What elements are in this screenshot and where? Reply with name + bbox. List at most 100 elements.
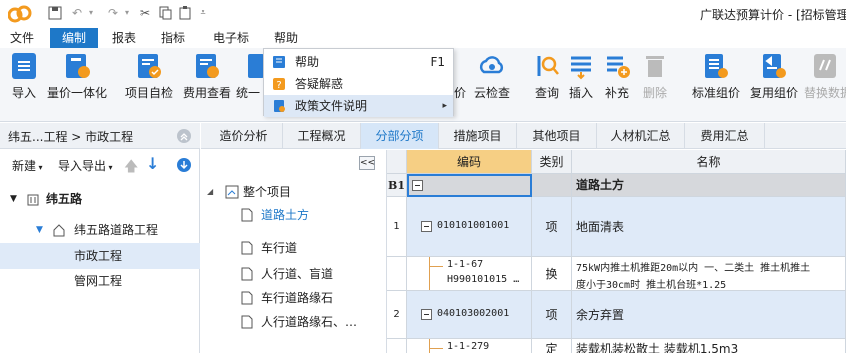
tab-other-items[interactable]: 其他项目 — [517, 123, 597, 149]
tab-cost-analysis[interactable]: 造价分析 — [205, 123, 283, 149]
tab-bar: 造价分析 工程概况 分部分项 措施项目 其他项目 人材机汇总 费用汇总 — [201, 123, 846, 149]
menu-report[interactable]: 报表 — [106, 28, 142, 48]
cost-view-button[interactable]: 费用查看 — [180, 52, 234, 118]
table-cell-type[interactable]: 项 — [532, 291, 572, 339]
sub-code: 1-1-279 — [447, 341, 490, 352]
insert-button[interactable]: 插入 — [566, 52, 596, 118]
supplement-button[interactable]: 补充 — [600, 52, 634, 118]
collapse-minus-icon[interactable] — [421, 221, 432, 232]
import-button[interactable]: 导入 — [6, 52, 42, 118]
expand-arrow-icon[interactable]: ▼ — [10, 186, 17, 212]
insert-label: 插入 — [568, 86, 593, 100]
tree-node-municipal[interactable]: 市政工程 — [0, 243, 200, 269]
insert-icon — [571, 56, 591, 80]
import-icon — [12, 53, 36, 79]
query-button[interactable]: 查询 — [530, 52, 564, 118]
table-cell-name[interactable]: 余方弃置 — [572, 291, 846, 339]
cloud-check-button[interactable]: 云检查 — [470, 52, 514, 118]
row-index: 1 — [387, 197, 407, 257]
qa-item[interactable]: ? 答疑解惑 — [264, 73, 453, 95]
replace-data-button[interactable]: 替换数据 — [804, 52, 846, 118]
col-header-name[interactable]: 名称 — [572, 150, 846, 174]
query-label: 查询 — [534, 86, 559, 100]
table-cell-type[interactable] — [532, 174, 572, 197]
undo-dropdown-icon[interactable]: ▾ — [84, 6, 98, 20]
table-cell-name[interactable]: 地面清表 — [572, 197, 846, 257]
import-export-button[interactable]: 导入导出 ▾ — [58, 157, 113, 174]
app-logo-icon — [8, 5, 32, 23]
redo-dropdown-icon[interactable]: ▾ — [120, 6, 134, 20]
copy-icon[interactable] — [158, 6, 172, 20]
standard-pricing-button[interactable]: 标准组价 — [690, 52, 742, 118]
tree-node-pipe-network[interactable]: 管网工程 — [0, 268, 200, 294]
menu-index[interactable]: 指标 — [155, 28, 191, 48]
query-icon — [537, 56, 559, 76]
menu-file[interactable]: 文件 — [4, 28, 40, 48]
col-header-type[interactable]: 类别 — [532, 150, 572, 174]
save-icon[interactable] — [48, 6, 62, 20]
collapse-minus-icon[interactable] — [421, 309, 432, 320]
col-header-code[interactable]: 编码 — [407, 150, 532, 174]
table-cell-type[interactable]: 项 — [532, 197, 572, 257]
tab-measures[interactable]: 措施项目 — [439, 123, 517, 149]
row-index — [387, 257, 407, 291]
tab-sub-items[interactable]: 分部分项 — [361, 123, 439, 149]
help-item[interactable]: 帮助 F1 — [264, 51, 453, 73]
collapse-up-icon[interactable] — [176, 128, 192, 144]
tab-labor-material-summary[interactable]: 人材机汇总 — [597, 123, 685, 149]
menu-edit[interactable]: 编制 — [50, 28, 98, 48]
table-cell-name[interactable]: 装载机装松散土 装载机1.5m3 — [572, 339, 846, 353]
reuse-pricing-icon — [763, 54, 786, 78]
self-check-button[interactable]: 项目自检 — [122, 52, 176, 118]
paste-icon[interactable] — [178, 6, 192, 20]
price-partial-button[interactable]: 价 — [454, 52, 466, 118]
cloud-check-label: 云检查 — [473, 86, 510, 100]
menu-bar: 文件 编制 报表 指标 电子标 帮助 — [0, 28, 846, 48]
table-cell-type[interactable]: 定 — [532, 339, 572, 353]
move-down-icon[interactable]: ↓ — [146, 154, 159, 173]
reuse-pricing-button[interactable]: 复用组价 — [748, 52, 800, 118]
unify-icon — [248, 54, 264, 78]
cut-icon[interactable]: ✂ — [138, 6, 152, 20]
move-up-icon[interactable]: 🡅 — [124, 156, 138, 180]
quantity-price-button[interactable]: 量价一体化 — [44, 52, 110, 118]
unify-button[interactable]: 统一 — [236, 52, 264, 118]
tab-overview[interactable]: 工程概况 — [283, 123, 361, 149]
breadcrumb: 纬五...工程 > 市政工程 — [8, 130, 134, 144]
tab-fee-summary[interactable]: 费用汇总 — [685, 123, 765, 149]
tree-item-label: 车行道 — [261, 241, 298, 255]
tree-node-project[interactable]: ▼ 纬五路 — [0, 186, 200, 212]
expand-arrow-icon[interactable]: ▼ — [36, 217, 43, 243]
new-button[interactable]: 新建 ▾ — [12, 157, 43, 174]
redo-icon[interactable]: ↷ — [106, 6, 120, 20]
document-icon — [241, 267, 253, 281]
menu-help[interactable]: 帮助 — [268, 28, 304, 48]
table-cell-name[interactable]: 75kW内推土机推距20m以内 一、二类土 推土机推土 度小于30cm时 推土机… — [572, 257, 846, 291]
standard-pricing-label: 标准组价 — [691, 86, 740, 100]
table-cell-code[interactable]: 040103002001 — [407, 291, 532, 339]
supplement-label: 补充 — [604, 86, 629, 100]
table-cell-code[interactable]: 010101001001 — [407, 197, 532, 257]
table-cell-code[interactable] — [407, 174, 532, 197]
collapse-minus-icon[interactable] — [412, 180, 423, 191]
policy-docs-item[interactable]: 政策文件说明 ▸ — [264, 95, 453, 117]
item-code: 010101001001 — [437, 220, 510, 231]
expand-arrow-icon[interactable]: ◢ — [207, 181, 213, 203]
col-header-index — [387, 150, 407, 174]
table-cell-type[interactable]: 换 — [532, 257, 572, 291]
table-cell-name[interactable]: 道路土方 — [572, 174, 846, 197]
self-check-label: 项目自检 — [124, 86, 173, 100]
menu-etender[interactable]: 电子标 — [206, 28, 256, 48]
delete-button[interactable]: 删除 — [640, 52, 670, 118]
customize-qa-icon[interactable]: ⩡ — [196, 6, 210, 20]
table-cell-code[interactable]: 1-1-279 — [407, 339, 532, 353]
table-cell-code[interactable]: 1-1-67 H990101015 … — [407, 257, 532, 291]
undo-icon[interactable]: ↶ — [70, 6, 84, 20]
sub-name-line1: 75kW内推土机推距20m以内 一、二类土 推土机推土 — [576, 263, 811, 274]
bill-of-quantities-grid: 编码 类别 名称 B1 道路土方 1 010101001001 项 地面清表 1… — [387, 150, 846, 353]
download-circle-icon[interactable] — [176, 157, 192, 173]
tree-node-road-project[interactable]: ▼ 纬五路道路工程 — [0, 217, 200, 243]
collapse-panel-button[interactable]: << — [359, 156, 375, 170]
project-folder-icon — [225, 185, 239, 199]
building-icon — [27, 194, 39, 206]
